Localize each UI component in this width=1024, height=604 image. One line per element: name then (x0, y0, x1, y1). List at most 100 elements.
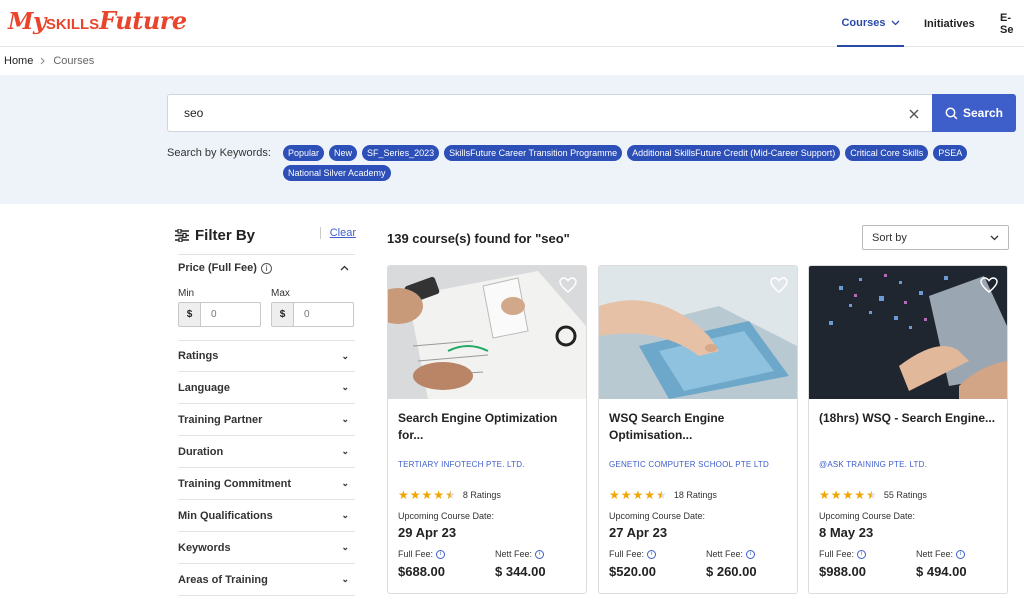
chevron-down-icon: ⌄ (341, 542, 349, 552)
breadcrumb-current: Courses (53, 55, 95, 67)
nett-fee-label-text: Nett Fee: (706, 549, 744, 559)
heart-icon[interactable] (980, 277, 998, 293)
star-half-icon: ★ (656, 488, 667, 502)
logo-future: Future (99, 6, 187, 35)
chevron-right-icon (40, 57, 46, 65)
nett-fee-value: $ 260.00 (706, 564, 757, 579)
course-title[interactable]: Search Engine Optimization for... (398, 410, 578, 444)
chevron-up-icon (340, 265, 349, 270)
keyword-tag[interactable]: Popular (283, 145, 325, 161)
nav-courses-label: Courses (841, 16, 886, 29)
info-icon[interactable]: i (535, 549, 545, 559)
info-icon[interactable]: i (260, 262, 272, 274)
search-input[interactable]: seo (167, 94, 932, 132)
course-card[interactable]: (18hrs) WSQ - Search Engine... @ASK TRAI… (808, 265, 1008, 594)
full-fee-value: $520.00 (609, 564, 656, 579)
filter-training-commitment[interactable]: Training Commitment ⌄ (178, 468, 355, 500)
star-icon: ★ (842, 488, 854, 502)
search-input-value: seo (184, 106, 204, 120)
star-icon: ★ (632, 488, 644, 502)
info-icon[interactable]: i (857, 549, 867, 559)
nav-initiatives[interactable]: Initiatives (924, 0, 975, 47)
max-price-input[interactable]: $ 0 (271, 302, 354, 327)
filter-title: Filter By (175, 227, 255, 244)
info-icon[interactable]: i (746, 549, 756, 559)
filter-keywords[interactable]: Keywords ⌄ (178, 532, 355, 564)
breadcrumb-home[interactable]: Home (4, 55, 33, 67)
filter-title-label: Filter By (195, 227, 256, 244)
filter-section-label: Keywords (178, 541, 231, 554)
info-icon[interactable]: i (647, 549, 657, 559)
chevron-down-icon: ⌄ (341, 446, 349, 456)
keyword-tag[interactable]: Critical Core Skills (845, 145, 929, 161)
filter-section-label: Duration (178, 445, 224, 458)
full-fee-label-text: Full Fee: (398, 549, 434, 559)
chevron-down-icon (990, 235, 999, 240)
rating-stars: ★ ★ ★ ★ ★ 18 Ratings (609, 488, 717, 502)
sliders-icon (175, 229, 189, 242)
logo-my: My (8, 8, 46, 35)
full-fee-label: Full Fee: i (398, 549, 446, 559)
heart-icon[interactable] (770, 277, 788, 293)
course-title[interactable]: WSQ Search Engine Optimisation... (609, 410, 789, 444)
info-icon[interactable]: i (956, 549, 966, 559)
search-button[interactable]: Search (932, 94, 1016, 132)
search-button-label: Search (962, 106, 1004, 120)
training-provider[interactable]: TERTIARY INFOTECH PTE. LTD. (398, 460, 525, 469)
star-icon: ★ (409, 488, 421, 502)
star-icon: ★ (398, 488, 409, 502)
keyword-tag[interactable]: SF_Series_2023 (362, 145, 440, 161)
full-fee-label-text: Full Fee: (609, 549, 645, 559)
full-fee-label: Full Fee: i (609, 549, 657, 559)
chevron-down-icon: ⌄ (341, 574, 349, 584)
max-price-value: 0 (304, 309, 310, 320)
chevron-down-icon: ⌄ (341, 478, 349, 488)
nav-eservices-label: E-Se (1000, 11, 1014, 36)
rating-count: 18 Ratings (673, 490, 717, 500)
star-icon: ★ (644, 488, 656, 502)
filter-duration[interactable]: Duration ⌄ (178, 436, 355, 468)
course-title[interactable]: (18hrs) WSQ - Search Engine... (819, 410, 999, 427)
chevron-down-icon: ⌄ (341, 350, 349, 361)
course-card[interactable]: WSQ Search Engine Optimisation... GENETI… (598, 265, 798, 594)
sort-dropdown[interactable]: Sort by (862, 225, 1009, 250)
keyword-tag[interactable]: National Silver Academy (283, 165, 391, 181)
heart-icon[interactable] (559, 277, 577, 293)
keyword-tag[interactable]: Additional SkillsFuture Credit (Mid-Care… (627, 145, 841, 161)
currency-prefix: $ (272, 303, 294, 326)
filter-training-partner[interactable]: Training Partner ⌄ (178, 404, 355, 436)
price-filter-label: Price (Full Fee) (178, 261, 257, 274)
logo-skills: SKILLS (45, 16, 100, 33)
course-card[interactable]: Search Engine Optimization for... TERTIA… (387, 265, 587, 594)
training-provider[interactable]: @ASK TRAINING PTE. LTD. (819, 460, 927, 469)
full-fee-value: $688.00 (398, 564, 445, 579)
keyword-tag[interactable]: New (329, 145, 358, 161)
keyword-tags: Popular New SF_Series_2023 SkillsFuture … (283, 145, 1023, 181)
upcoming-date: 29 Apr 23 (398, 525, 457, 540)
clear-filters-link[interactable]: Clear (320, 227, 356, 239)
filter-section-label: Language (178, 381, 230, 394)
filter-areas-of-training[interactable]: Areas of Training ⌄ (178, 564, 355, 596)
chevron-down-icon: ⌄ (341, 510, 349, 520)
search-icon (945, 107, 958, 119)
myskillsfuture-logo[interactable]: MySKILLSFuture (8, 6, 187, 36)
filter-language[interactable]: Language ⌄ (178, 372, 355, 404)
keyword-tag[interactable]: SkillsFuture Career Transition Programme (444, 145, 623, 161)
price-filter-header[interactable]: Price (Full Fee) i (178, 254, 355, 280)
nav-eservices[interactable]: E-Se (1000, 0, 1024, 47)
min-price-input[interactable]: $ 0 (178, 302, 261, 327)
course-image (599, 266, 797, 399)
clear-search-icon[interactable] (908, 108, 920, 120)
training-provider[interactable]: GENETIC COMPUTER SCHOOL PTE LTD (609, 460, 769, 469)
keyword-tag[interactable]: PSEA (933, 145, 968, 161)
info-icon[interactable]: i (436, 549, 446, 559)
star-icon: ★ (609, 488, 620, 502)
min-price-label: Min (178, 288, 195, 299)
filter-section-label: Ratings (178, 350, 219, 362)
rating-stars: ★ ★ ★ ★ ★ 8 Ratings (398, 488, 501, 502)
nav-courses[interactable]: Courses (837, 0, 904, 47)
star-icon: ★ (830, 488, 842, 502)
filter-min-qualifications[interactable]: Min Qualifications ⌄ (178, 500, 355, 532)
filter-ratings[interactable]: Ratings ⌄ (178, 340, 355, 372)
nett-fee-label: Nett Fee: i (495, 549, 545, 559)
